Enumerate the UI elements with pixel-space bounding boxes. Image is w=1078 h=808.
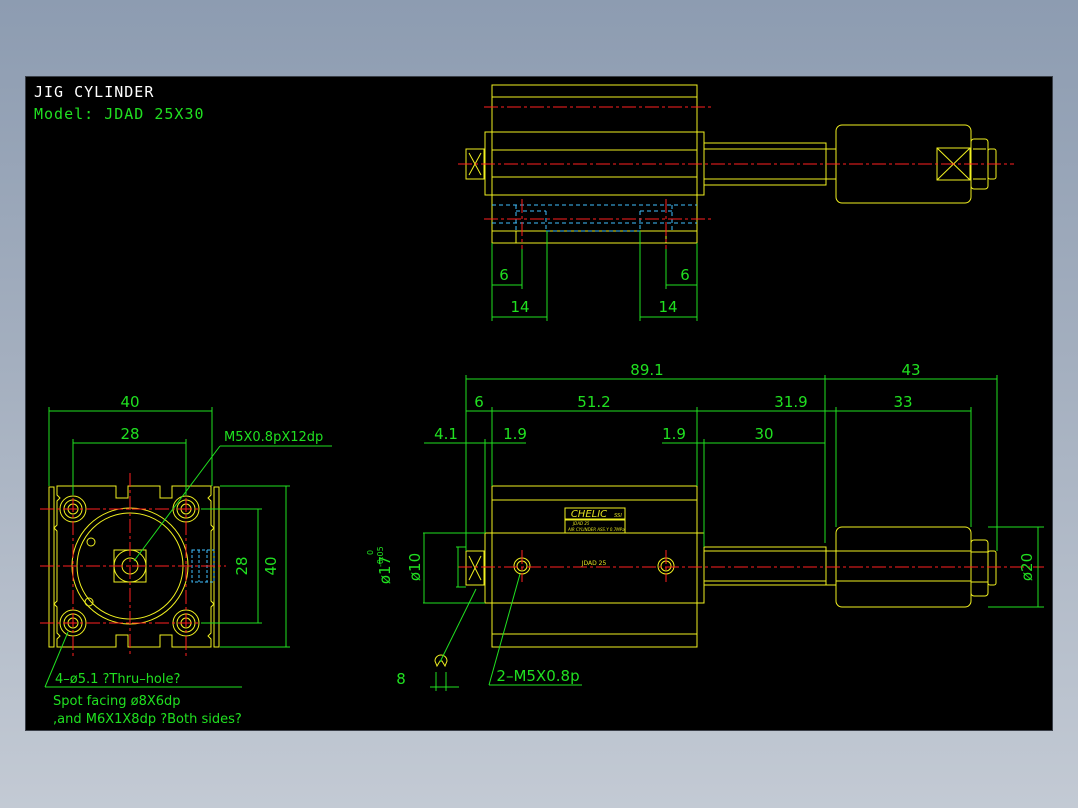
dim-stroke-31-9: 31.9 [774,393,807,411]
dim-dia-17-tol-upper: 0 [366,550,375,555]
front-view-centerlines [458,550,1044,582]
dim-width-40: 40 [120,393,139,411]
dim-1-9-right: 1.9 [662,425,686,443]
nameplate-brand: CHELIC [571,509,607,520]
dim-dia-17-tol-lower: -0.05 [376,546,385,567]
top-view: 6 14 6 14 [458,84,1014,321]
top-view-dim-labels: 6 14 6 14 [499,266,690,316]
top-view-centerlines [458,106,1014,249]
dim-pitch-28-vertical: 28 [233,556,251,575]
dim-6: 6 [474,393,484,411]
dim-body-51-2: 51.2 [577,393,610,411]
cad-drawing: 6 14 6 14 CHELIC SSI JDAD 25 AIR CYLINDE… [40,84,1044,727]
side-view-centerlines [40,473,226,657]
dim-4-1: 4.1 [434,425,458,443]
dim-head-33: 33 [893,393,912,411]
dim-dia-20: ø20 [1018,553,1036,581]
dim-height-40: 40 [262,556,280,575]
thread-note: M5X0.8pX12dp [224,430,323,445]
dim-top-6-left: 6 [499,266,509,284]
hole-note-line-3: ,and M6X1X8dp ?Both sides? [53,712,242,727]
dim-overall-89-1: 89.1 [630,361,663,379]
dim-rod-43: 43 [901,361,920,379]
hole-note-line-1: 4–ø5.1 ?Thru–hole? [55,672,180,687]
side-view: 40 28 28 40 M5X0.8pX12dp 4–ø5.1 ?Thru–ho… [40,393,332,727]
nameplate-line-2: AIR CYLINDER ASS.Y 0.7MPa [567,527,625,532]
front-view: CHELIC SSI JDAD 25 AIR CYLINDER ASS.Y 0.… [366,361,1044,691]
cad-viewport[interactable]: JIG CYLINDER Model: JDAD 25X30 6 14 6 14… [25,76,1053,731]
dim-8: 8 [396,670,406,688]
dim-top-6-right: 6 [680,266,690,284]
nameplate-line-1: JDAD 25 [572,521,590,526]
dim-pitch-28: 28 [120,425,139,443]
dim-top-14-right: 14 [658,298,677,316]
dim-1-9-left: 1.9 [503,425,527,443]
dim-top-14-left: 14 [510,298,529,316]
side-view-dimensions [44,407,332,688]
body-marking: JDAD 25 [581,560,607,567]
nameplate-brand-suffix: SSI [614,513,622,519]
port-thread-note: 2–M5X0.8p [496,667,579,685]
dim-dia-10: ø10 [406,553,424,581]
dim-stroke-30: 30 [754,425,773,443]
hole-note-line-2: Spot facing ø8X6dp [53,694,181,709]
